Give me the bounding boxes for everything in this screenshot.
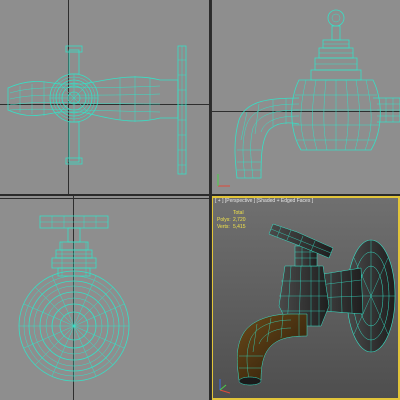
stats-verts-value: 5,415 (233, 224, 246, 230)
faucet-top-view-wireframe (7, 45, 187, 175)
stats-verts-label: Verts: (217, 224, 230, 230)
viewport-bottom-left[interactable] (0, 196, 209, 400)
faucet-side-view-wireframe (18, 215, 130, 382)
faucet-front-view-wireframe (234, 9, 400, 179)
stats-header: Total (233, 210, 244, 216)
stats-verts-row: Verts: 5,415 (217, 224, 246, 231)
stats-polys-label: Polys: (217, 217, 231, 223)
viewport-top-left[interactable] (0, 0, 209, 194)
stats-polys-row: Polys: 2,720 (217, 217, 246, 224)
stats-polys-value: 2,720 (233, 217, 246, 223)
viewport-statistics: Total Polys: 2,720 Verts: 5,415 (217, 210, 246, 231)
axis-gizmo (217, 174, 230, 187)
axis-gizmo (219, 379, 231, 394)
viewport-perspective[interactable]: [ + ] [Perspective ] [Shaded + Edged Fac… (211, 196, 400, 400)
viewport-top-right[interactable] (211, 0, 400, 194)
viewport-divider-horizontal[interactable] (0, 194, 400, 196)
viewport-divider-vertical[interactable] (209, 0, 211, 400)
